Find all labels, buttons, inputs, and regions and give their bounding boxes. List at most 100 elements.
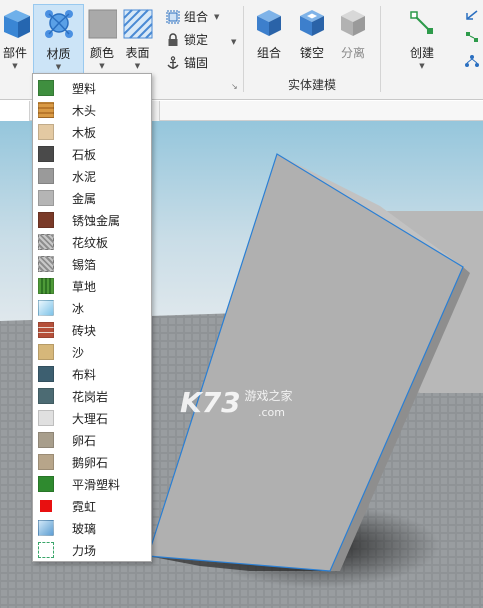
material-menu-item[interactable]: 金属 xyxy=(33,187,151,209)
tab-gap xyxy=(152,101,160,121)
material-menu-item[interactable]: 霓虹 xyxy=(33,495,151,517)
dialog-launcher-icon[interactable]: ↘ xyxy=(231,82,238,91)
material-menu-item[interactable]: 砖块 xyxy=(33,319,151,341)
chevron-down-icon: ▼ xyxy=(214,12,220,21)
granite-swatch-icon xyxy=(38,388,54,404)
material-menu-item-label: 玻璃 xyxy=(72,522,97,536)
glass-swatch-icon xyxy=(38,520,54,536)
surface-button[interactable]: 表面 ▼ xyxy=(121,4,154,74)
foil-swatch-icon xyxy=(38,256,54,272)
material-menu-item[interactable]: 花纹板 xyxy=(33,231,151,253)
chevron-down-icon[interactable]: ▼ xyxy=(231,38,236,46)
pebble-swatch-icon xyxy=(38,432,54,448)
ice-swatch-icon xyxy=(38,300,54,316)
material-menu-item-label: 锡箔 xyxy=(72,258,97,272)
chevron-down-icon: ▼ xyxy=(99,62,105,70)
material-menu-item-label: 鹅卵石 xyxy=(72,456,109,470)
material-menu-item[interactable]: 石板 xyxy=(33,143,151,165)
material-menu-item[interactable]: 花岗岩 xyxy=(33,385,151,407)
align-tool-icon[interactable] xyxy=(464,30,480,44)
material-menu-item[interactable]: 玻璃 xyxy=(33,517,151,539)
material-menu-item-label: 平滑塑料 xyxy=(72,478,121,492)
material-dropdown-menu: 塑料木头木板石板 水泥金属锈蚀金属花纹板锡箔草地冰砖块沙布料花岗岩大理石 卵石鹅卵石… xyxy=(32,73,152,562)
material-menu-item-label: 锈蚀金属 xyxy=(72,214,121,228)
material-menu-item[interactable]: 锈蚀金属 xyxy=(33,209,151,231)
material-menu-item-label: 布料 xyxy=(72,368,97,382)
material-menu-item[interactable]: 木头 xyxy=(33,99,151,121)
material-menu-item[interactable]: 木板 xyxy=(33,121,151,143)
part-icon xyxy=(4,10,30,38)
negate-button[interactable]: 镂空 xyxy=(292,4,332,74)
material-menu-item-label: 花岗岩 xyxy=(72,390,109,404)
material-menu-item[interactable]: 草地 xyxy=(33,275,151,297)
plastic-swatch-icon xyxy=(38,80,54,96)
material-menu-item[interactable]: 冰 xyxy=(33,297,151,319)
chevron-down-icon: ▼ xyxy=(12,62,18,70)
negate-label: 镂空 xyxy=(299,46,324,60)
material-menu-item[interactable]: 沙 xyxy=(33,341,151,363)
material-menu-item[interactable]: 塑料 xyxy=(33,77,151,99)
brick-swatch-icon xyxy=(38,322,54,338)
material-icon xyxy=(44,10,73,38)
anchor-label: 锚固 xyxy=(184,56,209,70)
union-label: 组合 xyxy=(256,46,281,60)
anchor-button[interactable]: 锚固 xyxy=(166,54,208,71)
color-label: 颜色 xyxy=(89,46,114,60)
cobblestone-swatch-icon xyxy=(38,454,54,470)
slate-swatch-icon xyxy=(38,146,54,162)
material-button[interactable]: 材质 ▼ xyxy=(33,4,84,74)
union-button[interactable]: 组合 xyxy=(250,4,288,74)
material-menu-item[interactable]: 卵石 xyxy=(33,429,151,451)
watermark-domain: .com xyxy=(258,406,285,419)
separate-button[interactable]: 分离 xyxy=(334,4,372,74)
corroded-metal-swatch-icon xyxy=(38,212,54,228)
separate-icon xyxy=(341,10,365,36)
fabric-swatch-icon xyxy=(38,366,54,382)
wood-swatch-icon xyxy=(38,102,54,118)
create-label: 创建 xyxy=(409,46,434,60)
hierarchy-tool-icon[interactable] xyxy=(464,54,480,68)
chevron-down-icon: ▼ xyxy=(419,62,425,70)
separate-label: 分离 xyxy=(340,46,365,60)
color-icon xyxy=(88,9,117,39)
surface-icon xyxy=(122,9,153,39)
part-label: 部件 xyxy=(2,46,27,60)
material-menu-item[interactable]: 鹅卵石 xyxy=(33,451,151,473)
material-menu-item[interactable]: 布料 xyxy=(33,363,151,385)
metal-swatch-icon xyxy=(38,190,54,206)
group-separator xyxy=(380,6,381,92)
material-menu-item[interactable]: 锡箔 xyxy=(33,253,151,275)
watermark: K73 游戏之家 .com xyxy=(180,386,293,419)
negate-icon xyxy=(300,10,324,36)
material-menu-item-label: 霓虹 xyxy=(72,500,97,514)
lock-button[interactable]: 锁定 xyxy=(166,31,208,48)
group-label: 组合 xyxy=(184,10,209,24)
material-menu-item-label: 木板 xyxy=(72,126,97,140)
union-icon xyxy=(257,10,281,36)
group-icon xyxy=(166,10,180,23)
lock-label: 锁定 xyxy=(184,33,209,47)
wood-planks-swatch-icon xyxy=(38,124,54,140)
grass-swatch-icon xyxy=(38,278,54,294)
material-menu-item[interactable]: 水泥 xyxy=(33,165,151,187)
material-menu-item-label: 冰 xyxy=(72,302,85,316)
color-button[interactable]: 颜色 ▼ xyxy=(86,4,118,74)
chevron-down-icon: ▼ xyxy=(55,63,62,71)
material-menu-item-label: 塑料 xyxy=(72,82,97,96)
material-menu-item-label: 金属 xyxy=(72,192,97,206)
create-constraint-icon xyxy=(410,11,433,34)
forcefield-swatch-icon xyxy=(38,542,54,558)
group-button[interactable]: 组合 ▼ xyxy=(166,8,219,25)
material-menu-item[interactable]: 大理石 xyxy=(33,407,151,429)
material-menu-item[interactable]: 平滑塑料 xyxy=(33,473,151,495)
create-button[interactable]: 创建 ▼ xyxy=(400,4,444,74)
material-label: 材质 xyxy=(46,47,71,61)
anchor-icon xyxy=(167,55,179,69)
sand-swatch-icon xyxy=(38,344,54,360)
material-menu-item-label: 砖块 xyxy=(72,324,97,338)
material-menu-item[interactable]: 力场 xyxy=(33,539,151,561)
part-button[interactable]: 部件 ▼ xyxy=(0,4,30,74)
document-tab[interactable] xyxy=(0,101,30,121)
attachment-tool-icon[interactable] xyxy=(464,8,480,22)
lock-icon xyxy=(168,32,178,46)
